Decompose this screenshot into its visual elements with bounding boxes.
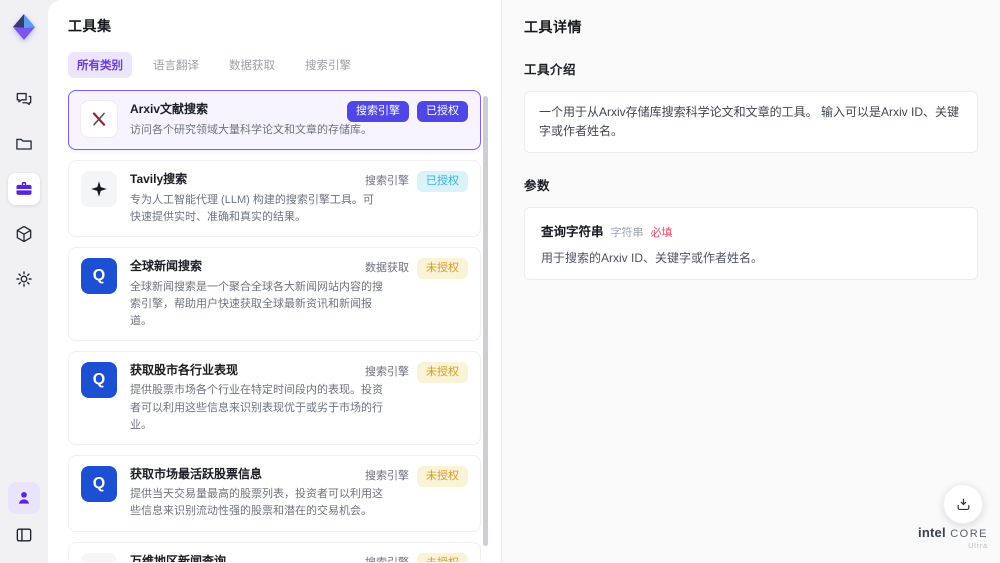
sidebar-item-collapse[interactable] bbox=[8, 519, 40, 551]
card-badges: 搜索引擎 未授权 bbox=[365, 552, 468, 562]
tool-card-tavily[interactable]: Tavily搜索 专为人工智能代理 (LLM) 构建的搜索引擎工具。可快速提供实… bbox=[68, 159, 481, 237]
main-content: 工具集 所有类别 语言翻译 数据获取 搜索引擎 Arxiv文献搜索 访问各个研究… bbox=[48, 0, 1000, 563]
status-badge: 已授权 bbox=[417, 170, 468, 192]
card-badges: 搜索引擎 未授权 bbox=[365, 361, 468, 383]
tool-card-arxiv[interactable]: Arxiv文献搜索 访问各个研究领域大量科学论文和文章的存储库。 搜索引擎 已授… bbox=[68, 90, 481, 150]
params-heading: 参数 bbox=[524, 179, 551, 194]
ultra-wordmark: Ultra bbox=[968, 542, 988, 550]
sidebar-item-chat[interactable] bbox=[8, 83, 40, 115]
category-tabs: 所有类别 语言翻译 数据获取 搜索引擎 bbox=[68, 52, 481, 78]
card-body: 万维地区新闻查询 查询具体行政区划内的新闻，快速了解各地新闻动 bbox=[130, 553, 372, 563]
tool-name: 万维地区新闻查询 bbox=[130, 553, 227, 563]
param-name: 查询字符串 bbox=[541, 225, 604, 240]
tab-data-acquisition[interactable]: 数据获取 bbox=[220, 52, 284, 78]
sidebar-nav bbox=[8, 83, 40, 295]
core-wordmark: CORE bbox=[950, 528, 988, 540]
card-body: Arxiv文献搜索 访问各个研究领域大量科学论文和文章的存储库。 bbox=[130, 101, 372, 139]
tool-description: 访问各个研究领域大量科学论文和文章的存储库。 bbox=[130, 123, 372, 136]
tool-detail-pane: 工具详情 工具介绍 一个用于从Arxiv存储库搜索科学论文和文章的工具。 输入可… bbox=[502, 0, 1000, 563]
tool-card-regional-news[interactable]: 万维地区新闻查询 查询具体行政区划内的新闻，快速了解各地新闻动 搜索引擎 未授权 bbox=[68, 541, 481, 563]
stock-search-icon: Q bbox=[81, 465, 117, 502]
detail-title: 工具详情 bbox=[524, 19, 582, 35]
download-button[interactable] bbox=[943, 484, 983, 524]
status-badge: 已授权 bbox=[417, 101, 468, 122]
tool-name: 获取股市各行业表现 bbox=[130, 362, 239, 377]
tool-card-active-stocks[interactable]: Q 获取市场最活跃股票信息 提供当天交易量最高的股票列表，投资者可以利用这些信息… bbox=[68, 454, 481, 532]
category-badge: 搜索引擎 bbox=[347, 101, 409, 122]
stock-search-icon: Q bbox=[81, 361, 117, 398]
panel-layout-icon bbox=[16, 528, 32, 542]
tool-name: Arxiv文献搜索 bbox=[130, 102, 209, 116]
sidebar-item-settings[interactable] bbox=[8, 263, 40, 295]
list-scrollbar[interactable] bbox=[483, 96, 488, 546]
category-badge: 搜索引擎 bbox=[365, 557, 409, 562]
tool-list-pane: 工具集 所有类别 语言翻译 数据获取 搜索引擎 Arxiv文献搜索 访问各个研究… bbox=[48, 0, 502, 563]
tool-card-sector-performance[interactable]: Q 获取股市各行业表现 提供股票市场各个行业在特定时间段内的表现。投资者可以利用… bbox=[68, 350, 481, 445]
tool-description: 提供当天交易量最高的股票列表，投资者可以利用这些信息来识别流动性强的股票和潜在的… bbox=[130, 488, 383, 518]
status-badge: 未授权 bbox=[417, 465, 468, 487]
search-glyph: Q bbox=[92, 474, 106, 492]
tab-language-translation[interactable]: 语言翻译 bbox=[144, 52, 208, 78]
tab-search-engine[interactable]: 搜索引擎 bbox=[296, 52, 360, 78]
arxiv-icon bbox=[81, 101, 117, 137]
cube-icon bbox=[16, 225, 32, 243]
card-body: 获取市场最活跃股票信息 提供当天交易量最高的股票列表，投资者可以利用这些信息来识… bbox=[130, 466, 383, 521]
category-badge: 搜索引擎 bbox=[365, 469, 409, 482]
news-search-icon: Q bbox=[81, 257, 117, 294]
intro-heading: 工具介绍 bbox=[524, 63, 577, 77]
card-body: Tavily搜索 专为人工智能代理 (LLM) 构建的搜索引擎工具。可快速提供实… bbox=[130, 171, 383, 226]
briefcase-icon bbox=[16, 181, 32, 195]
card-badges: 搜索引擎 未授权 bbox=[365, 465, 468, 487]
card-badges: 搜索引擎 已授权 bbox=[365, 170, 468, 192]
intel-core-logo: intel CORE Ultra bbox=[918, 524, 988, 550]
intel-wordmark: intel bbox=[918, 525, 946, 540]
tool-card-list: Arxiv文献搜索 访问各个研究领域大量科学论文和文章的存储库。 搜索引擎 已授… bbox=[68, 90, 481, 562]
card-body: 获取股市各行业表现 提供股票市场各个行业在特定时间段内的表现。投资者可以利用这些… bbox=[130, 362, 383, 434]
category-badge: 搜索引擎 bbox=[365, 365, 409, 378]
page-title: 工具集 bbox=[68, 18, 112, 34]
sidebar-item-packages[interactable] bbox=[8, 218, 40, 250]
param-header: 查询字符串 字符串 必填 bbox=[541, 221, 961, 240]
param-required-flag: 必填 bbox=[650, 227, 673, 240]
card-badges: 数据获取 未授权 bbox=[365, 257, 468, 279]
search-glyph: Q bbox=[92, 370, 106, 388]
tab-all-categories[interactable]: 所有类别 bbox=[68, 52, 132, 78]
tool-card-global-news[interactable]: Q 全球新闻搜索 全球新闻搜索是一个聚合全球各大新闻网站内容的搜索引擎，帮助用户… bbox=[68, 246, 481, 341]
tool-name: 全球新闻搜索 bbox=[130, 258, 203, 273]
tool-description: 提供股票市场各个行业在特定时间段内的表现。投资者可以利用这些信息来识别表现优于或… bbox=[130, 384, 383, 431]
user-icon bbox=[18, 492, 30, 504]
category-badge: 搜索引擎 bbox=[365, 174, 409, 187]
tool-name: 获取市场最活跃股票信息 bbox=[130, 466, 263, 481]
intro-box: 一个用于从Arxiv存储库搜索科学论文和文章的工具。 输入可以是Arxiv ID… bbox=[524, 91, 978, 154]
app-logo-icon bbox=[13, 14, 35, 40]
folder-icon bbox=[16, 138, 32, 150]
status-badge: 未授权 bbox=[417, 552, 468, 562]
sidebar-bottom bbox=[8, 482, 40, 551]
sidebar-item-tools[interactable] bbox=[8, 173, 40, 205]
tavily-star-icon bbox=[81, 170, 117, 207]
tool-description: 全球新闻搜索是一个聚合全球各大新闻网站内容的搜索引擎，帮助用户快速获取全球最新资… bbox=[130, 280, 383, 327]
category-badge: 数据获取 bbox=[365, 261, 409, 274]
tool-name: Tavily搜索 bbox=[130, 171, 188, 186]
newspaper-icon bbox=[81, 552, 117, 562]
status-badge: 未授权 bbox=[417, 361, 468, 383]
sidebar-item-files[interactable] bbox=[8, 128, 40, 160]
search-glyph: Q bbox=[92, 266, 106, 284]
param-box: 查询字符串 字符串 必填 用于搜索的Arxiv ID、关键字或作者姓名。 bbox=[524, 207, 978, 281]
status-badge: 未授权 bbox=[417, 257, 468, 279]
param-type: 字符串 bbox=[610, 227, 644, 240]
chat-icon bbox=[16, 92, 32, 106]
param-description: 用于搜索的Arxiv ID、关键字或作者姓名。 bbox=[541, 251, 764, 266]
sidebar-item-profile[interactable] bbox=[8, 482, 40, 514]
card-badges: 搜索引擎 已授权 bbox=[347, 101, 468, 122]
tool-description: 专为人工智能代理 (LLM) 构建的搜索引擎工具。可快速提供实时、准确和真实的结… bbox=[130, 193, 374, 223]
gear-icon bbox=[16, 271, 32, 287]
download-icon bbox=[957, 498, 969, 510]
card-body: 全球新闻搜索 全球新闻搜索是一个聚合全球各大新闻网站内容的搜索引擎，帮助用户快速… bbox=[130, 258, 383, 330]
app-sidebar bbox=[0, 0, 48, 563]
